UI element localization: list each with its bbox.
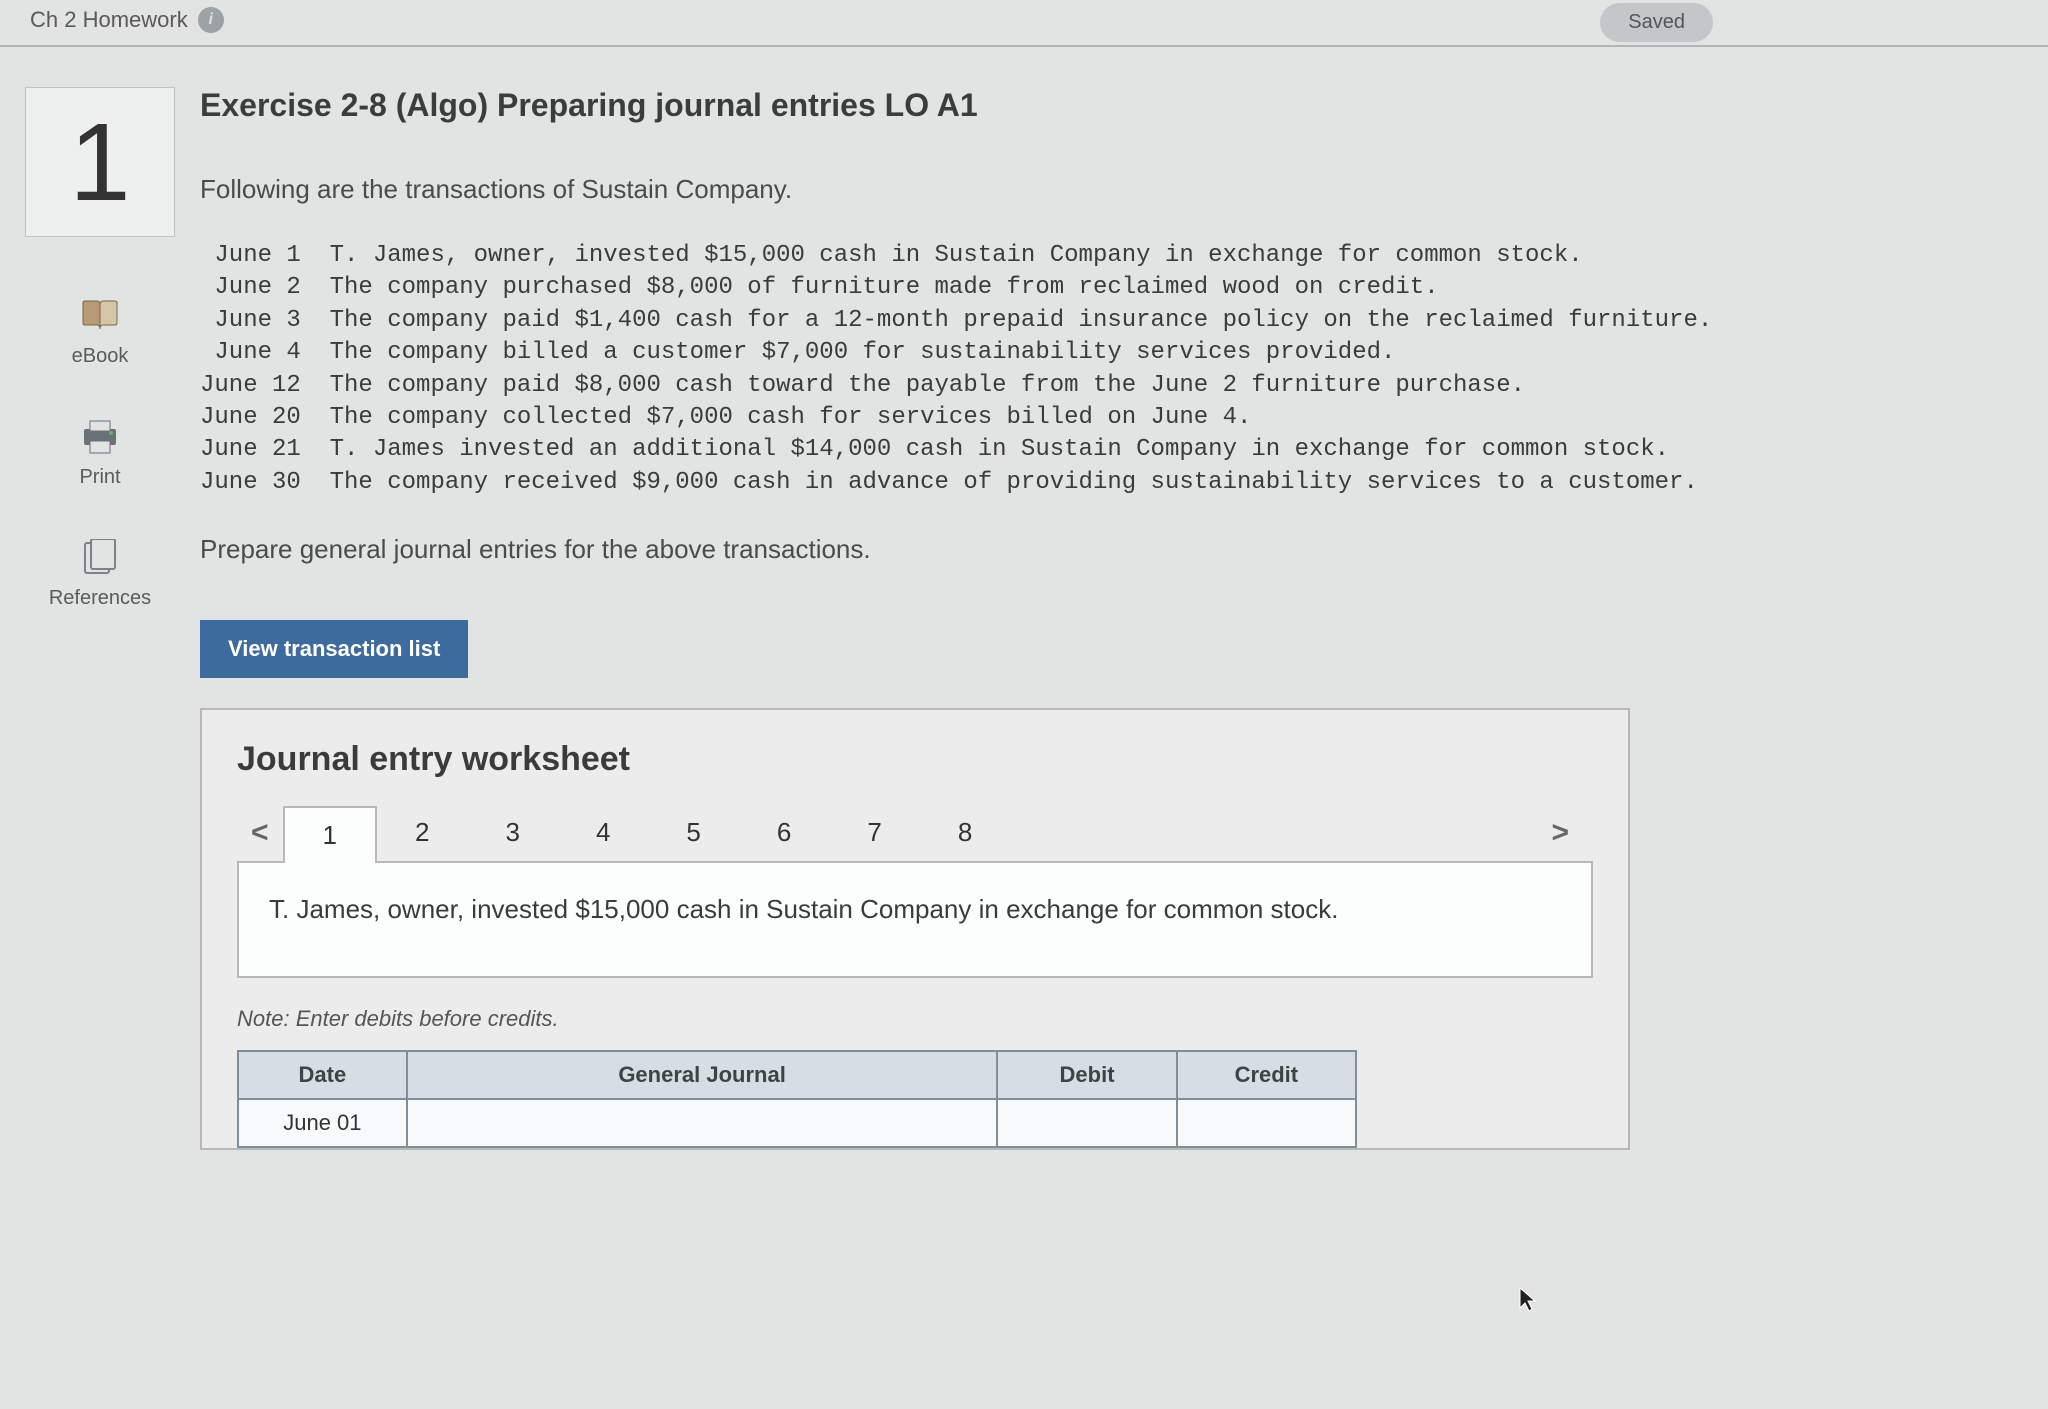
references-label: References (49, 587, 151, 610)
journal-worksheet: Journal entry worksheet < 1 2 3 4 5 6 7 … (200, 708, 1630, 1149)
col-header-debit: Debit (997, 1051, 1176, 1099)
intro-text: Following are the transactions of Sustai… (200, 174, 2008, 205)
debit-cell[interactable] (997, 1099, 1176, 1147)
worksheet-title: Journal entry worksheet (237, 740, 1593, 779)
entry-tabs: < 1 2 3 4 5 6 7 8 > (237, 804, 1593, 861)
saved-badge: Saved (1600, 3, 1713, 42)
ebook-button[interactable]: eBook (72, 297, 129, 368)
table-row: June 01 (238, 1099, 1356, 1147)
ebook-label: eBook (72, 345, 129, 368)
left-rail: 1 eBook Print (0, 87, 200, 1150)
transactions-list: June 1 T. James, owner, invested $15,000… (200, 240, 2008, 499)
entry-tab-7[interactable]: 7 (829, 805, 919, 860)
entry-tab-4[interactable]: 4 (558, 805, 648, 860)
entry-tab-6[interactable]: 6 (739, 805, 829, 860)
credit-cell[interactable] (1177, 1099, 1356, 1147)
entry-tab-8[interactable]: 8 (920, 805, 1010, 860)
exercise-title: Exercise 2-8 (Algo) Preparing journal en… (200, 87, 2008, 124)
info-icon[interactable]: i (198, 7, 224, 33)
col-header-credit: Credit (1177, 1051, 1356, 1099)
next-entry-chevron-icon[interactable]: > (1537, 808, 1583, 858)
date-cell[interactable]: June 01 (238, 1099, 407, 1147)
printer-icon (79, 418, 121, 456)
entry-description: T. James, owner, invested $15,000 cash i… (237, 861, 1593, 977)
book-icon (79, 297, 121, 335)
entry-tab-2[interactable]: 2 (377, 805, 467, 860)
assignment-title: Ch 2 Homework (30, 7, 188, 33)
instruction-text: Prepare general journal entries for the … (200, 534, 2008, 565)
references-button[interactable]: References (49, 539, 151, 610)
entry-tab-3[interactable]: 3 (467, 805, 557, 860)
print-button[interactable]: Print (79, 418, 121, 489)
main-content: Exercise 2-8 (Algo) Preparing journal en… (200, 87, 2048, 1150)
print-label: Print (79, 466, 120, 489)
note-text: Note: Enter debits before credits. (237, 1006, 1593, 1032)
cursor-icon (1518, 1286, 1538, 1319)
view-transaction-list-button[interactable]: View transaction list (200, 620, 468, 678)
question-number-box[interactable]: 1 (25, 87, 175, 237)
col-header-date: Date (238, 1051, 407, 1099)
entry-tab-1[interactable]: 1 (283, 806, 377, 863)
col-header-general-journal: General Journal (407, 1051, 998, 1099)
journal-table: Date General Journal Debit Credit June 0… (237, 1050, 1357, 1148)
account-cell[interactable] (407, 1099, 998, 1147)
header-bar: Ch 2 Homework i (0, 0, 2048, 40)
references-icon (79, 539, 121, 577)
prev-entry-chevron-icon[interactable]: < (237, 808, 283, 858)
entry-tab-5[interactable]: 5 (648, 805, 738, 860)
